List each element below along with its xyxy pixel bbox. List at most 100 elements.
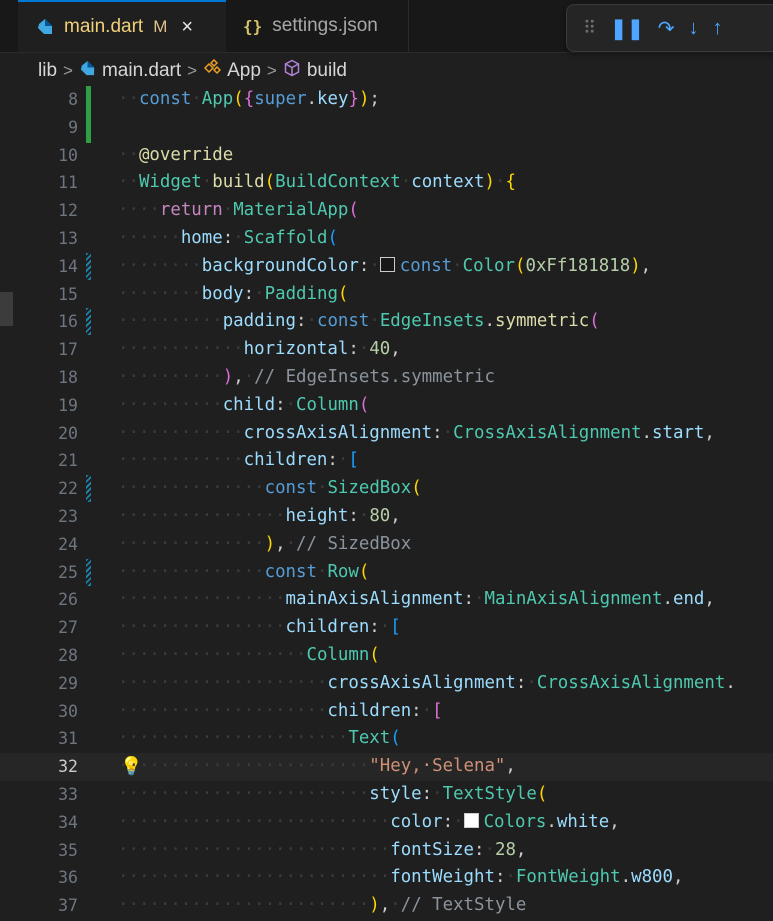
code-line[interactable]: 30 ····················children:·[ (0, 698, 773, 726)
step-out-icon[interactable]: ↑ (712, 17, 722, 40)
code-token: , (390, 339, 401, 360)
code-line[interactable]: 16 ··········padding:·const·EdgeInsets.sy… (0, 308, 773, 336)
line-number: 19 (58, 395, 78, 415)
code-token: const (264, 478, 317, 499)
code-token: fontSize (390, 839, 474, 860)
code-line[interactable]: 25 ··············const·Row( (0, 558, 773, 587)
step-into-icon[interactable]: ↓ (688, 17, 698, 40)
line-number: 13 (58, 229, 78, 248)
color-swatch[interactable] (463, 812, 479, 828)
code-line[interactable]: 23 ················height:·80, (0, 503, 773, 531)
code-line[interactable]: 21 ············children:·[ (0, 447, 773, 475)
code-line[interactable]: 22 ··············const·SizedBox( (0, 475, 773, 503)
code-text: ··················Column( (118, 642, 380, 670)
line-number: 32 (58, 757, 78, 777)
pause-icon[interactable]: ❚❚ (610, 16, 644, 41)
method-icon (283, 59, 301, 83)
tab-main-dart[interactable]: main.dart M × (18, 0, 226, 52)
code-token: · (453, 811, 464, 832)
git-modified-indicator[interactable] (86, 475, 91, 503)
code-text: ··············),·// SizedBox (118, 531, 411, 559)
code-line[interactable]: 24 ··············),·// SizedBox (0, 531, 773, 559)
line-number: 12 (58, 201, 78, 221)
code-token: MaterialApp (233, 200, 349, 221)
code-token: 40 (369, 339, 391, 360)
code-token: TextStyle (442, 784, 537, 804)
git-modified-indicator[interactable] (86, 558, 91, 586)
code-token: Row (327, 561, 359, 582)
code-token: , (233, 367, 244, 387)
breadcrumb-folder[interactable]: lib (38, 60, 57, 82)
code-line[interactable]: 20 ············crossAxisAlignment:·CrossA… (0, 420, 773, 448)
code-token: CrossAxisAlignment (536, 672, 726, 693)
line-number: 16 (58, 312, 78, 332)
code-token: ·········· (118, 311, 223, 332)
code-token: · (337, 450, 349, 471)
code-line[interactable]: 15 ········body:·Padding( (0, 281, 773, 309)
line-number: 10 (58, 145, 78, 165)
tab-settings-json[interactable]: {} settings.json (227, 0, 409, 52)
code-line[interactable]: 13 ······home:·Scaffold( (0, 225, 773, 253)
code-token: ···················· (118, 672, 328, 693)
breadcrumb-file[interactable]: main.dart (102, 60, 181, 82)
code-token: super (254, 89, 307, 109)
line-number: 27 (58, 618, 78, 638)
code-token: ( (411, 478, 422, 499)
code-token: ( (327, 228, 338, 248)
code-token: · (358, 339, 370, 360)
code-token: ·························· (118, 839, 391, 860)
code-line[interactable]: 35 ··························fontSize:·28… (0, 837, 773, 865)
code-token: ···················· (118, 700, 328, 721)
code-token: ) (264, 533, 276, 554)
breadcrumb-class[interactable]: App (227, 60, 261, 82)
code-line[interactable]: 28 ··················Column( (0, 642, 773, 670)
code-line[interactable]: 37 ························),·// TextStyl… (0, 892, 773, 920)
close-icon[interactable]: × (181, 16, 193, 39)
code-line[interactable]: 26 ················mainAxisAlignment:·Mai… (0, 586, 773, 614)
code-line[interactable]: 32 💡 ························"Hey,·Selena"… (0, 753, 773, 781)
code-token: @override (138, 144, 234, 165)
code-line[interactable]: 12 ····return·MaterialApp( (0, 197, 773, 225)
line-number: 33 (58, 785, 78, 804)
code-token: . (484, 311, 495, 332)
code-token: style (369, 784, 422, 804)
code-token: · (421, 700, 433, 721)
dart-icon (79, 60, 96, 83)
code-line[interactable]: 27 ················children:·[ (0, 614, 773, 642)
git-modified-indicator[interactable] (86, 308, 91, 336)
code-line[interactable]: 8 ··const·App({super.key}); (0, 86, 773, 115)
code-token: : (432, 422, 443, 443)
breadcrumb-separator: > (187, 61, 198, 80)
git-added-indicator[interactable] (86, 113, 91, 143)
color-swatch[interactable] (379, 256, 395, 272)
code-line[interactable]: 11 ··Widget·build(BuildContext·context)·{ (0, 169, 773, 197)
breadcrumb-separator: > (63, 61, 73, 80)
code-editor[interactable]: 8 ··const·App({super.key}); 9 10 ··@override… (0, 86, 773, 921)
breadcrumb-method[interactable]: build (307, 60, 347, 82)
code-line[interactable]: 31 ······················Text( (0, 725, 773, 753)
code-token: symmetric (495, 311, 590, 332)
code-token: ·· (118, 144, 139, 165)
code-token: ( (264, 172, 276, 193)
code-line[interactable]: 17 ············horizontal:·40, (0, 336, 773, 364)
code-text: ··········),·// EdgeInsets.symmetric (118, 364, 495, 392)
code-token: Color (462, 255, 515, 276)
git-modified-indicator[interactable] (86, 252, 91, 280)
code-line[interactable]: 10 ··@override (0, 142, 773, 170)
code-line[interactable]: 9 (0, 113, 773, 143)
git-added-indicator[interactable] (86, 86, 91, 115)
code-token: , (390, 506, 401, 526)
code-line[interactable]: 19 ··········child:·Column( (0, 392, 773, 420)
code-line[interactable]: 36 ··························fontWeight:·… (0, 864, 773, 892)
code-token: ; (369, 89, 380, 109)
step-over-icon[interactable]: ↷ (658, 16, 675, 41)
code-token: · (316, 478, 328, 499)
code-line[interactable]: 18 ··········),·// EdgeInsets.symmetric (0, 364, 773, 392)
code-line[interactable]: 34 ··························color:· Color… (0, 809, 773, 837)
tab-label: settings.json (272, 15, 378, 36)
code-line[interactable]: 33 ························style:·TextSty… (0, 781, 773, 809)
drag-grip-icon[interactable]: ⠿ (583, 18, 596, 39)
code-token: 28 (494, 839, 516, 860)
code-line[interactable]: 29 ····················crossAxisAlignment… (0, 670, 773, 698)
code-line[interactable]: 14 ········backgroundColor:· const·Color(0… (0, 252, 773, 281)
